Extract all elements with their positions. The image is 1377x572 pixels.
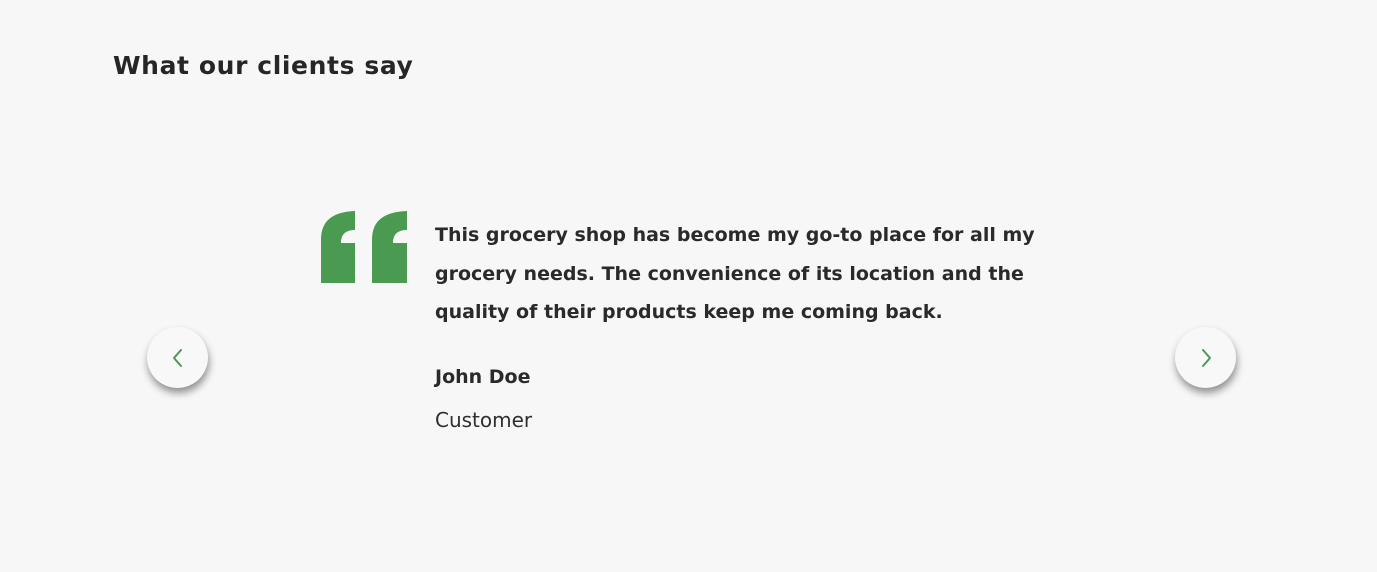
section-title: What our clients say	[113, 51, 414, 80]
chevron-left-icon	[170, 347, 186, 369]
next-testimonial-button[interactable]	[1175, 327, 1236, 388]
author-role: Customer	[435, 407, 533, 432]
testimonial-quote: This grocery shop has become my go-to pl…	[435, 224, 1035, 323]
quote-mark-icon	[321, 210, 409, 284]
testimonial-card: This grocery shop has become my go-to pl…	[435, 216, 1095, 433]
author-name: John Doe	[435, 365, 531, 388]
previous-testimonial-button[interactable]	[147, 327, 208, 388]
chevron-right-icon	[1198, 347, 1214, 369]
